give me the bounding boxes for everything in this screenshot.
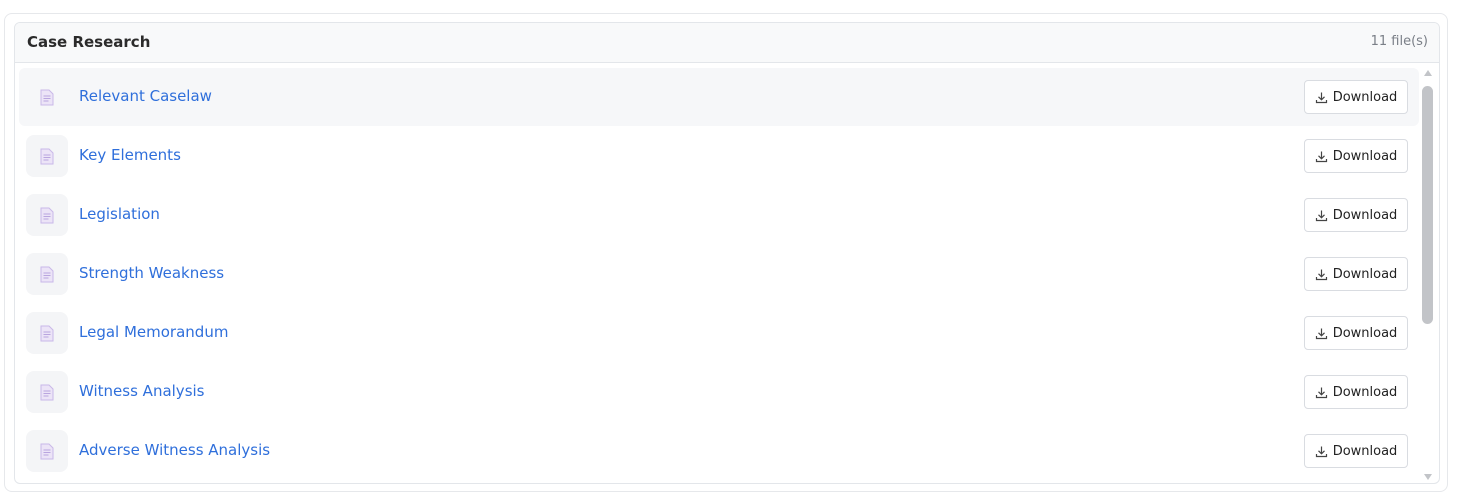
file-row: Relevant Caselaw Download [19,68,1419,126]
download-icon [1315,151,1327,162]
scrollbar-thumb[interactable] [1422,86,1433,324]
scroll-up-arrow-icon[interactable] [1422,68,1434,78]
download-label: Download [1332,89,1398,105]
panel-header: Case Research 11 file(s) [15,23,1439,63]
file-row: Witness Analysis Download [19,363,1419,421]
download-label: Download [1332,325,1398,341]
file-row: Adverse Witness Analysis Download [19,422,1419,480]
file-name-link[interactable]: Strength Weakness [79,264,224,282]
download-label: Download [1332,148,1398,164]
document-icon [26,194,68,236]
download-label: Download [1332,266,1398,282]
download-button[interactable]: Download [1304,257,1408,291]
file-row: Key Elements Download [19,127,1419,185]
download-label: Download [1332,443,1398,459]
download-icon [1315,328,1327,339]
document-icon [26,430,68,472]
download-button[interactable]: Download [1304,434,1408,468]
scrollbar[interactable] [1420,64,1436,483]
download-button[interactable]: Download [1304,139,1408,173]
document-icon [26,371,68,413]
document-icon [26,135,68,177]
download-icon [1315,387,1327,398]
download-icon [1315,210,1327,221]
case-research-panel: Case Research 11 file(s) Relevant Casela… [14,22,1440,484]
file-name-link[interactable]: Adverse Witness Analysis [79,441,270,459]
file-list: Relevant Caselaw Download Key Elements D… [15,64,1439,483]
download-icon [1315,446,1327,457]
scroll-down-arrow-icon[interactable] [1422,472,1434,482]
file-name-link[interactable]: Witness Analysis [79,382,205,400]
file-row: Strength Weakness Download [19,245,1419,303]
outer-container: Case Research 11 file(s) Relevant Casela… [4,13,1448,492]
download-label: Download [1332,207,1398,223]
file-row: Legislation Download [19,186,1419,244]
download-button[interactable]: Download [1304,80,1408,114]
download-button[interactable]: Download [1304,316,1408,350]
file-name-link[interactable]: Relevant Caselaw [79,87,212,105]
file-count: 11 file(s) [1370,34,1428,49]
download-button[interactable]: Download [1304,198,1408,232]
file-row: Legal Memorandum Download [19,304,1419,362]
file-name-link[interactable]: Key Elements [79,146,181,164]
file-name-link[interactable]: Legal Memorandum [79,323,228,341]
download-icon [1315,269,1327,280]
download-icon [1315,92,1327,103]
download-button[interactable]: Download [1304,375,1408,409]
document-icon [26,76,68,118]
download-label: Download [1332,384,1398,400]
panel-title: Case Research [27,33,151,51]
document-icon [26,253,68,295]
document-icon [26,312,68,354]
file-name-link[interactable]: Legislation [79,205,160,223]
